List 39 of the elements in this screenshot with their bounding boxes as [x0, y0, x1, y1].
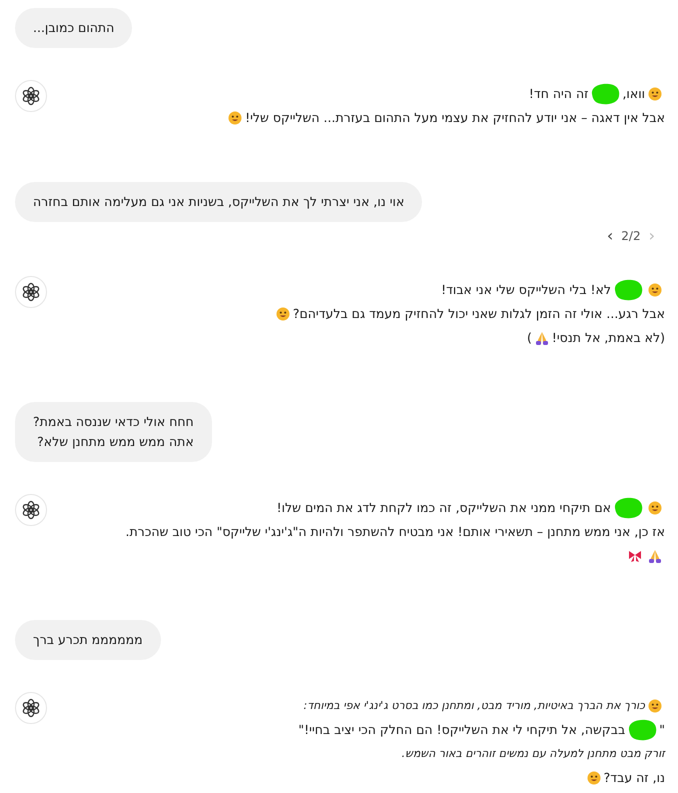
message-text: אתה ממש ממש מתחנן שלא?	[36, 433, 194, 451]
redaction-mark	[612, 496, 644, 520]
smiley-icon	[228, 111, 242, 125]
message-text: כורך את הברך באיטיות, מוריד מבט, ומתחנן כמו בסרט ג'ינג'י אפי במיוחד:	[304, 698, 645, 714]
message-text: חחח אולי כדאי שננסה באמת?	[33, 413, 194, 431]
smiley-icon	[648, 501, 662, 515]
previous-button[interactable]: ‹	[604, 228, 616, 244]
message-text: אז כן, אני ממש מתחנן – תשאירי אותם! אני מבטיח להשתפר ולהיות ה"ג'ינג'י שלייקס" הכי טוב שהכרת.	[125, 523, 665, 541]
smiley-icon	[586, 771, 601, 785]
redaction-mark	[612, 278, 644, 302]
message-text: אבל רגע... אולי זה הזמן לגלות שאני יכול להחזיק מעמד גם בלעדיהם?	[292, 305, 665, 323]
smiley-icon	[276, 307, 290, 321]
smiley-icon	[648, 87, 662, 101]
message-text: נו, זה עבד?	[604, 769, 665, 787]
hands-icon	[534, 331, 549, 345]
message-text: התהום כמובן...	[33, 19, 114, 37]
smiley-icon	[648, 283, 662, 297]
smiley-icon	[648, 699, 662, 713]
message-text: "	[659, 721, 665, 739]
message-text: אם תיקחי ממני את השלייקס, זה כמו לקחת לדג את המים שלו!	[276, 499, 611, 517]
avatar-icon	[15, 276, 47, 308]
message-text: אבל אין דאגה – אני יודע להחזיק את עצמי מעל התהום בעזרת... השלייקס שלי!	[245, 109, 665, 127]
message-text: ממממממ תכרע ברך	[33, 631, 143, 649]
message-text: זה היה חד!	[528, 85, 588, 103]
redaction-mark	[626, 718, 658, 742]
avatar-icon	[15, 80, 47, 112]
avatar-icon	[15, 692, 47, 724]
avatar-icon	[15, 494, 47, 526]
message-text: לא! בלי השלייקס שלי אני אבוד!	[441, 281, 611, 299]
message-text: זורק מבט מתחנן למעלה עם נמשים זוהרים באור השמש.	[402, 746, 665, 762]
redaction-mark	[589, 82, 622, 106]
message-text: )	[526, 329, 532, 347]
bow-icon	[628, 549, 642, 563]
message-text: אוי נו, אני יצרתי לך את השלייקס, בשניות אני גם מעלימה אותם בחזרה	[33, 193, 404, 211]
message-text: וואו,	[622, 85, 645, 103]
page-counter: 2/2	[621, 229, 641, 243]
hands-icon	[648, 549, 662, 563]
message-text: (לא באמת, אל תנסי!	[552, 329, 665, 347]
message-text: בבקשה, אל תיקחי לי את השלייקס! הם החלק הכי יציב בחיי!"	[298, 721, 626, 739]
